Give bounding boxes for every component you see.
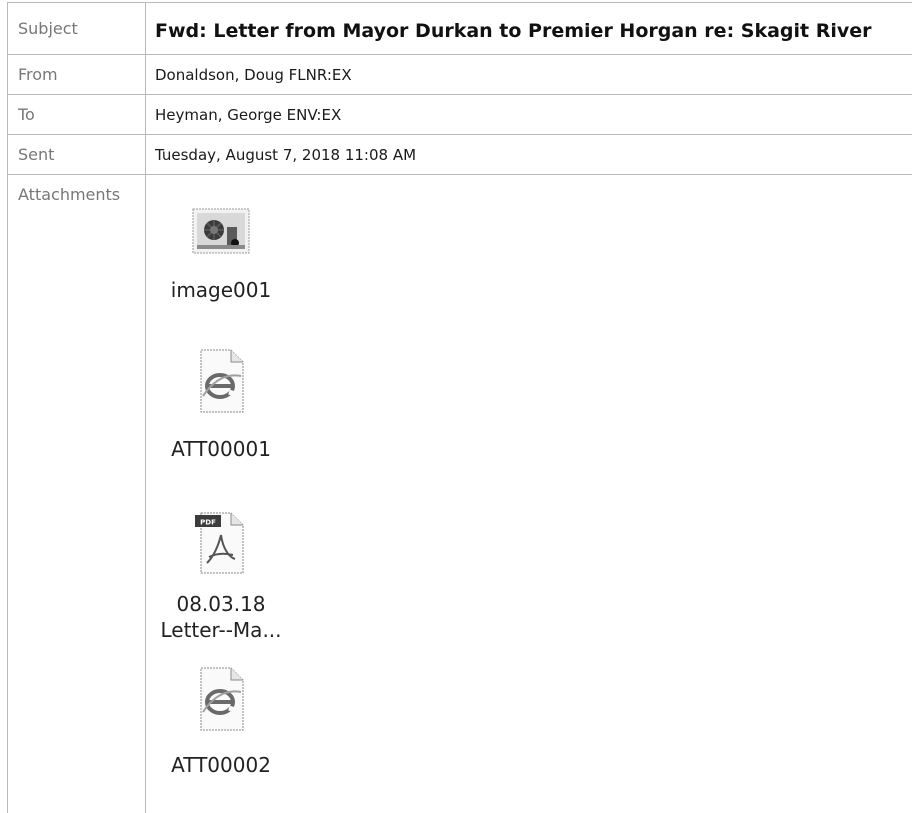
to-label: To bbox=[18, 105, 35, 124]
attachment-name-line2: Letter--Ma... bbox=[160, 618, 282, 642]
attachments-label: Attachments bbox=[18, 185, 121, 204]
to-value[interactable]: Heyman, George ENV:EX bbox=[155, 106, 341, 124]
email-header: Subject Fwd: Letter from Mayor Durkan to… bbox=[0, 0, 912, 813]
attachment-pdf-letter[interactable]: PDF 08.03.18 Letter--Ma... bbox=[146, 505, 296, 643]
from-value[interactable]: Donaldson, Doug FLNR:EX bbox=[155, 66, 352, 84]
attachment-att00002[interactable]: ATT00002 bbox=[146, 664, 296, 778]
sent-label: Sent bbox=[18, 145, 55, 164]
attachment-name: ATT00001 bbox=[171, 437, 271, 461]
image-file-icon bbox=[192, 208, 250, 254]
html-file-icon bbox=[200, 349, 244, 413]
svg-text:PDF: PDF bbox=[200, 519, 216, 527]
divider bbox=[7, 134, 912, 135]
attachment-name: ATT00002 bbox=[171, 753, 271, 777]
html-file-icon bbox=[200, 667, 244, 731]
from-label: From bbox=[18, 65, 58, 84]
divider bbox=[7, 54, 912, 55]
divider bbox=[7, 2, 8, 813]
subject-value: Fwd: Letter from Mayor Durkan to Premier… bbox=[155, 20, 872, 42]
attachment-name: image001 bbox=[170, 278, 272, 302]
attachment-att00001[interactable]: ATT00001 bbox=[146, 346, 296, 462]
subject-label: Subject bbox=[18, 19, 78, 38]
attachment-name-line1: 08.03.18 bbox=[176, 592, 266, 616]
divider bbox=[7, 2, 912, 3]
attachment-image001[interactable]: image001 bbox=[146, 205, 296, 303]
divider bbox=[7, 94, 912, 95]
pdf-file-icon: PDF bbox=[195, 512, 244, 574]
sent-value: Tuesday, August 7, 2018 11:08 AM bbox=[155, 146, 417, 164]
divider bbox=[7, 174, 912, 175]
